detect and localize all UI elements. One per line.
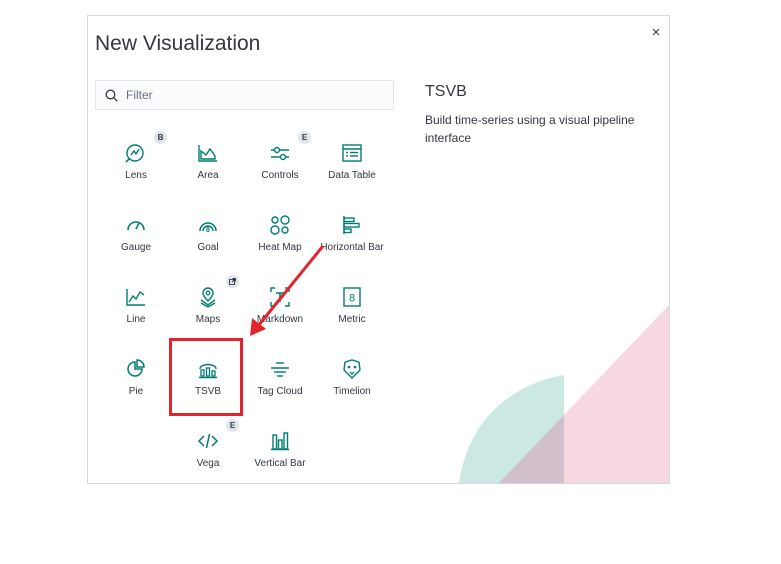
- filter-input[interactable]: [124, 87, 378, 103]
- close-icon[interactable]: ×: [649, 25, 663, 40]
- decorative-illustration: [459, 305, 669, 483]
- lens-icon: [125, 144, 144, 163]
- markdown-icon: [270, 287, 290, 307]
- line-chart-icon: [126, 289, 145, 306]
- experimental-badge: E: [226, 419, 239, 432]
- modal-title: New Visualization: [95, 32, 261, 55]
- experimental-badge: E: [298, 131, 311, 144]
- filter-search-box[interactable]: [95, 80, 394, 110]
- tile-horizontal-bar[interactable]: Horizontal Bar: [317, 201, 387, 271]
- timelion-icon: [343, 359, 361, 379]
- tile-label: Metric: [338, 314, 366, 325]
- vertical-bar-icon: [271, 432, 289, 451]
- svg-text:8: 8: [349, 293, 355, 305]
- detail-description: Build time-series using a visual pipelin…: [425, 113, 635, 145]
- tile-vertical-bar[interactable]: Vertical Bar: [245, 417, 315, 483]
- horizontal-bar-icon: [343, 216, 360, 234]
- tile-label: Timelion: [333, 386, 371, 397]
- tsvb-highlight-box: [169, 338, 243, 416]
- tile-heat-map[interactable]: Heat Map: [245, 201, 315, 271]
- tile-line[interactable]: Line: [101, 273, 171, 343]
- tile-pie[interactable]: Pie: [101, 345, 171, 415]
- svg-text:8: 8: [206, 227, 210, 234]
- tag-cloud-icon: [271, 362, 289, 377]
- tile-label: Horizontal Bar: [320, 242, 384, 253]
- data-table-icon: [342, 144, 362, 162]
- heat-map-icon: [270, 215, 290, 235]
- gauge-icon: [127, 221, 145, 231]
- tile-metric[interactable]: 8 Metric: [317, 273, 387, 343]
- metric-icon: 8: [343, 287, 361, 307]
- tile-gauge[interactable]: Gauge: [101, 201, 171, 271]
- goal-icon: 8: [199, 222, 217, 234]
- tile-controls[interactable]: E Controls: [245, 129, 315, 199]
- tile-data-table[interactable]: Data Table: [317, 129, 387, 199]
- maps-icon: [200, 287, 216, 308]
- tile-label: Vertical Bar: [254, 458, 306, 469]
- tile-markdown[interactable]: Markdown: [245, 273, 315, 343]
- external-link-icon: [229, 278, 236, 285]
- tile-maps[interactable]: Maps: [173, 273, 243, 343]
- detail-title: TSVB: [425, 83, 467, 100]
- tile-goal[interactable]: 8 Goal: [173, 201, 243, 271]
- tile-lens[interactable]: B Lens: [101, 129, 171, 199]
- tile-timelion[interactable]: Timelion: [317, 345, 387, 415]
- pie-chart-icon: [127, 359, 145, 377]
- tile-tag-cloud[interactable]: Tag Cloud: [245, 345, 315, 415]
- tile-label: Data Table: [328, 170, 376, 181]
- controls-icon: [271, 146, 289, 161]
- external-link-badge: [226, 275, 239, 288]
- area-chart-icon: [198, 145, 217, 162]
- beta-badge: B: [154, 131, 167, 144]
- search-icon: [105, 89, 118, 102]
- vega-code-icon: [197, 433, 219, 449]
- tile-area[interactable]: Area: [173, 129, 243, 199]
- tile-vega[interactable]: E Vega: [173, 417, 243, 483]
